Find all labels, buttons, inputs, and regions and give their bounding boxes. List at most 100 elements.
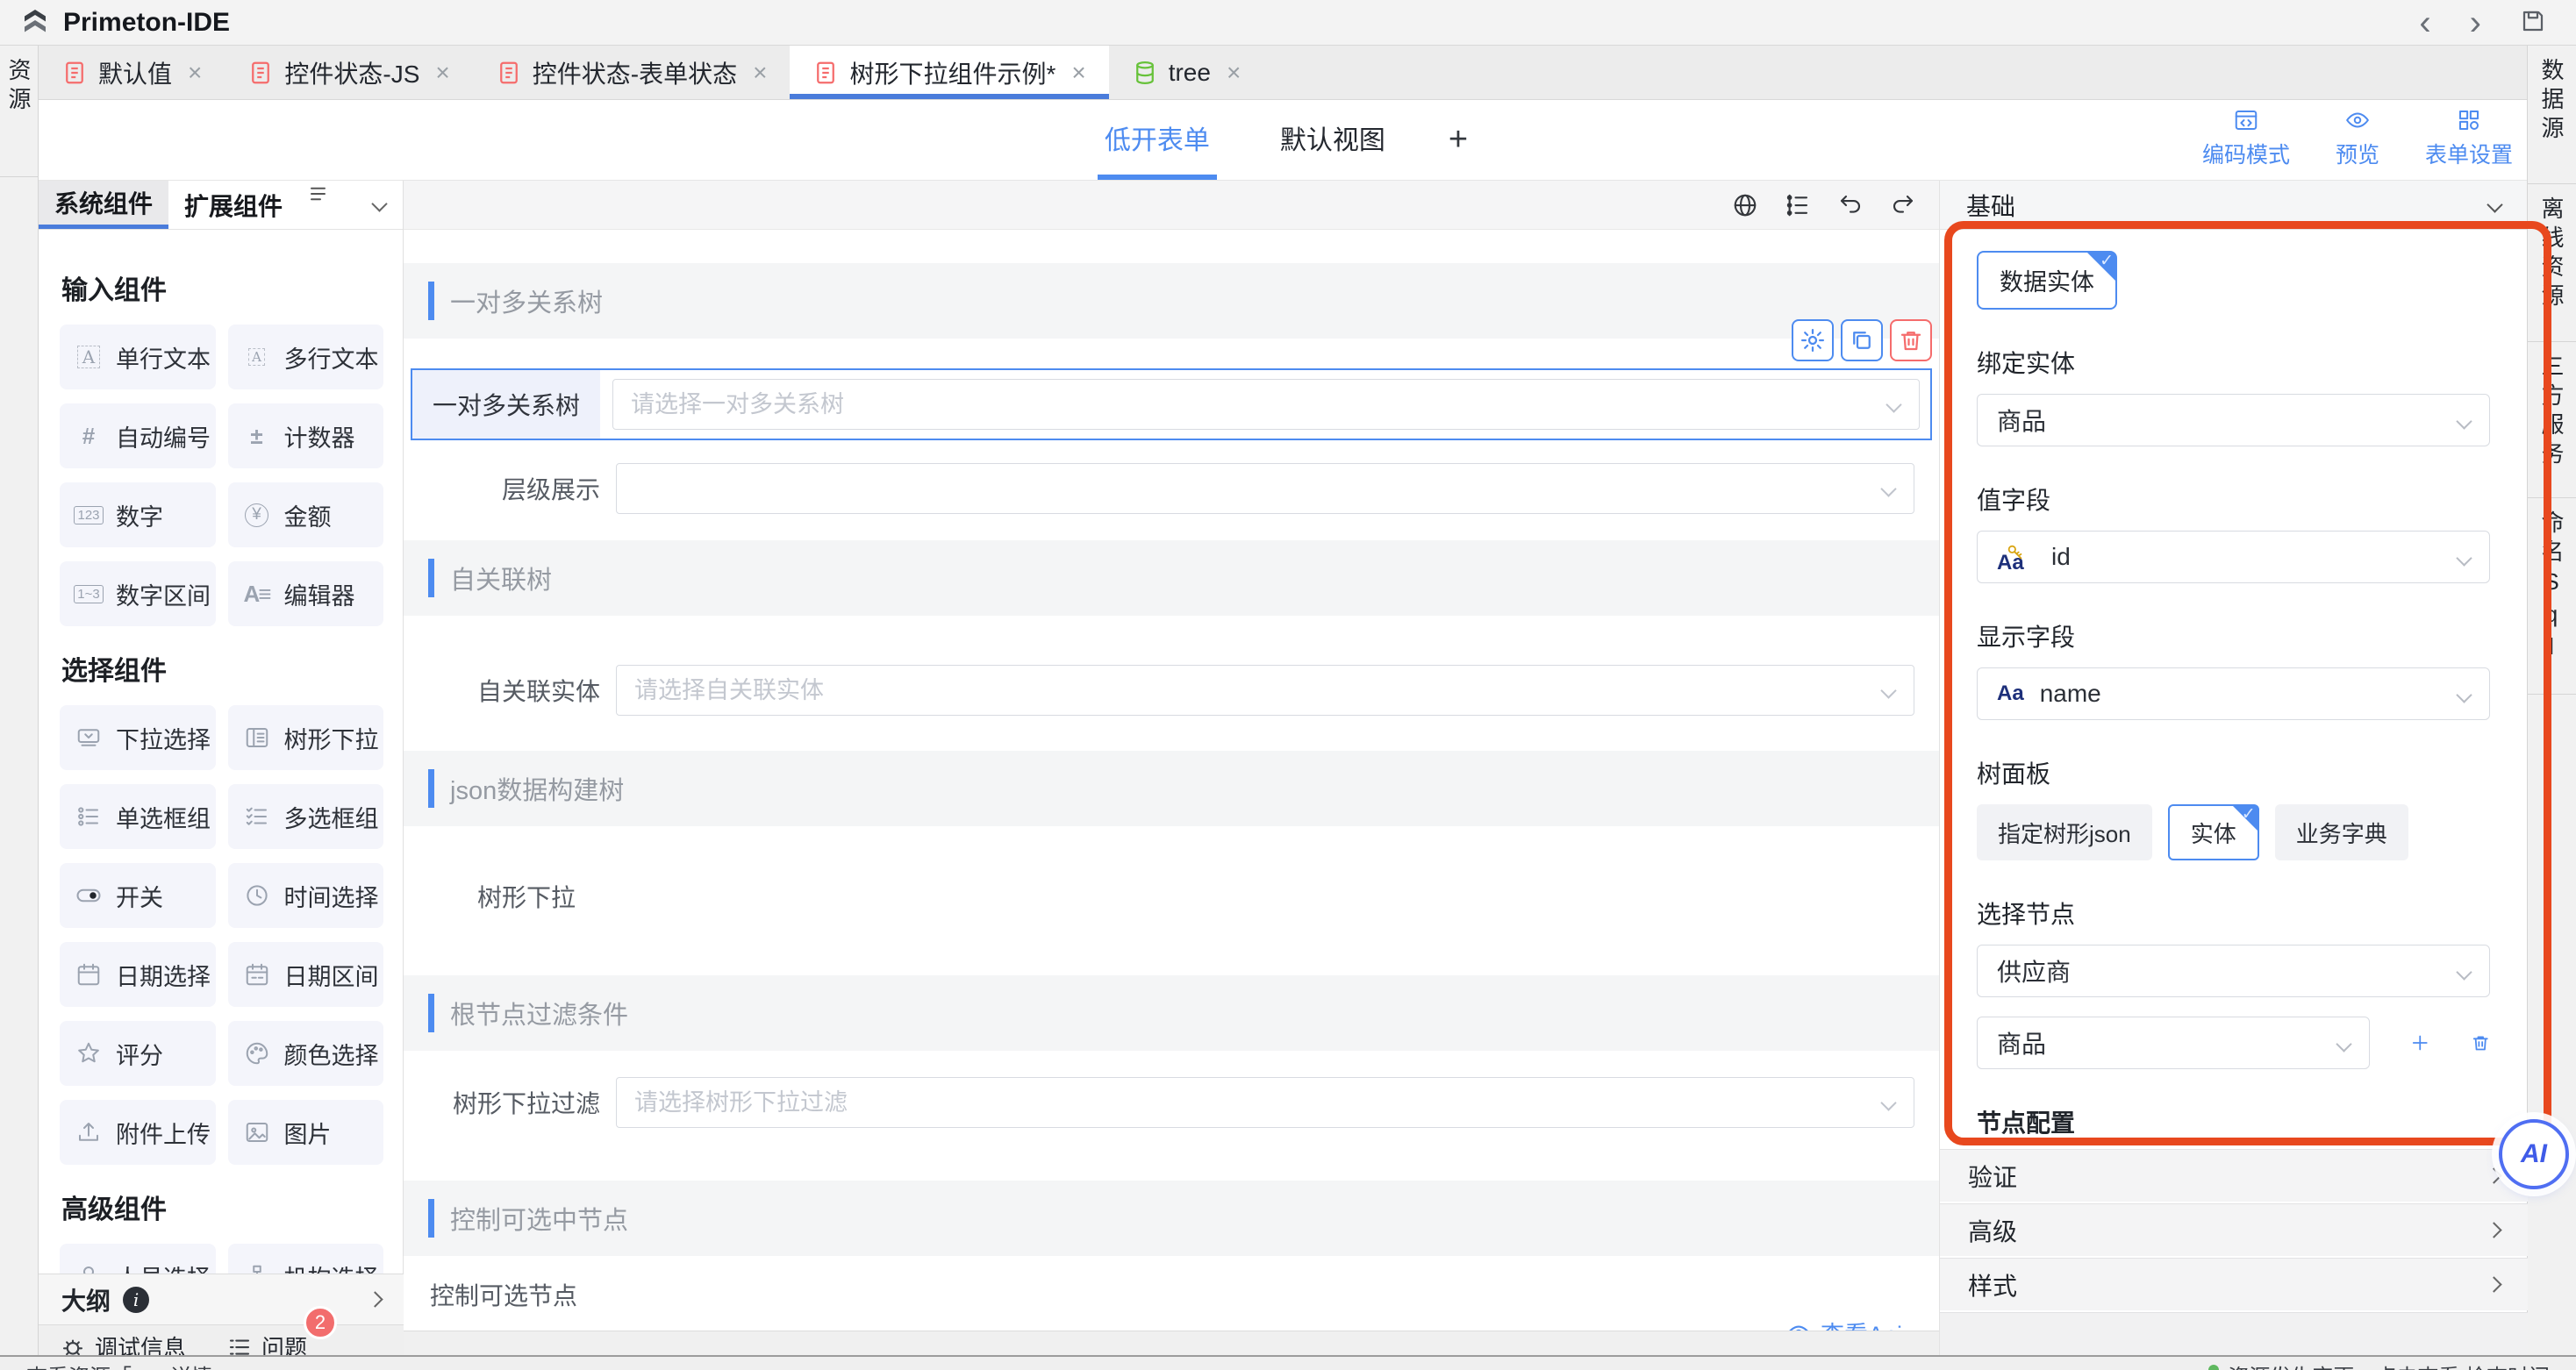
component-card[interactable]: 附件上传 [60,1100,216,1165]
outline-tree-icon[interactable] [1785,192,1811,218]
form-settings-button[interactable]: 表单设置 [2425,107,2513,169]
props-section-validation[interactable]: 验证 [1940,1149,2528,1202]
component-card[interactable]: 单选框组 [60,784,216,849]
nav-back-icon[interactable]: ‹ [2419,5,2430,40]
tab-system-components[interactable]: 系统组件 [39,181,168,229]
undo-icon[interactable] [1837,192,1864,218]
tree-filter-input[interactable] [617,1089,1914,1117]
doc-tab-active[interactable]: 树形下拉组件示例* × [790,46,1108,99]
component-card[interactable]: ¥金额 [228,482,384,547]
value-field-select[interactable]: Aa id [1977,531,2490,583]
collapse-panel-icon[interactable] [371,196,387,211]
selectable-node-label[interactable]: 控制可选节点 [430,1277,1939,1312]
ai-assistant-button[interactable]: AI [2499,1119,2569,1189]
component-card[interactable]: 开关 [60,863,216,928]
option-entity-selected[interactable]: 实体 ✓ [2168,804,2259,860]
self-relation-select[interactable] [616,665,1914,716]
field-copy-button[interactable] [1841,319,1883,361]
group-header[interactable]: 控制可选中节点 [404,1181,1939,1256]
validation-label: 验证 [1968,1159,2017,1194]
self-relation-input[interactable] [617,677,1914,704]
sidebar-item-named-sql[interactable]: 命名Sql [2528,498,2576,695]
component-card[interactable]: 评分 [60,1021,216,1086]
preview-button[interactable]: 预览 [2336,107,2379,169]
tree-filter-select[interactable] [616,1077,1914,1128]
doc-tab[interactable]: tree × [1109,46,1264,99]
nav-forward-icon[interactable]: › [2470,5,2481,40]
doc-tab[interactable]: 默认值 × [39,46,225,99]
tree-dropdown-label[interactable]: 树形下拉 [477,879,1939,914]
field-settings-button[interactable] [1792,319,1834,361]
component-card[interactable]: A单行文本 [60,325,216,389]
tab-default-view[interactable]: 默认视图 [1273,100,1392,180]
level-select[interactable] [616,463,1914,514]
component-card[interactable]: 图片 [228,1100,384,1165]
tree-relation-select[interactable] [612,379,1920,430]
hamburger-icon[interactable] [307,181,333,207]
level-input[interactable] [617,475,1914,503]
props-section-advanced[interactable]: 高级 [1940,1203,2528,1256]
delete-node-button[interactable] [2471,1027,2491,1059]
add-node-button[interactable] [2410,1027,2430,1059]
status-left-text[interactable]: 查看资源「...」详情 [26,1359,212,1370]
close-icon[interactable]: × [435,59,449,87]
doc-tab[interactable]: 控件状态-JS × [225,46,472,99]
select-node-commodity[interactable]: 商品 [1977,1017,2370,1069]
component-card[interactable]: 日期选择 [60,942,216,1007]
status-right-text[interactable]: 资源发生变更，点击查看 检查时间 [2228,1359,2550,1370]
bind-entity-select[interactable]: 商品 [1977,394,2490,446]
display-field-select[interactable]: Aa name [1977,667,2490,720]
component-card[interactable]: 时间选择 [228,863,384,928]
tab-extension-components[interactable]: 扩展组件 [168,181,298,229]
component-card[interactable]: A≡编辑器 [228,561,384,626]
sidebar-item-third-party-services[interactable]: 三方服务 [2528,342,2576,498]
sidebar-item-offline-resources[interactable]: 离线资源 [2528,184,2576,342]
component-card[interactable]: A多行文本 [228,325,384,389]
globe-icon[interactable] [1732,192,1758,218]
field-delete-button[interactable] [1890,319,1932,361]
save-icon[interactable] [2520,8,2546,39]
component-card[interactable]: #自动编号 [60,403,216,468]
group-header[interactable]: json数据构建树 [404,751,1939,826]
tab-lowcode-form[interactable]: 低开表单 [1098,100,1217,180]
close-icon[interactable]: × [1227,59,1241,87]
props-section-style[interactable]: 样式 [1940,1258,2528,1310]
editor-icon: A≡ [244,581,270,607]
field-row-level[interactable]: 层级展示 [428,463,1914,514]
close-icon[interactable]: × [753,59,767,87]
tree-relation-input[interactable] [613,391,1919,418]
component-card[interactable]: 下拉选择 [60,705,216,770]
component-card[interactable]: 123数字 [60,482,216,547]
group-header[interactable]: 自关联树 [404,540,1939,616]
field-label: 一对多关系树 [412,370,600,439]
sidebar-item-resources[interactable]: 资源 [0,46,38,177]
code-mode-button[interactable]: 编码模式 [2202,107,2290,169]
add-view-button[interactable]: + [1449,100,1468,180]
component-card[interactable]: 机构选择 [228,1244,384,1274]
group-header[interactable]: 根节点过滤条件 [404,975,1939,1051]
data-entity-tag[interactable]: 数据实体 ✓ [1977,251,2117,310]
component-card[interactable]: 日期区间 [228,942,384,1007]
component-card[interactable]: ±计数器 [228,403,384,468]
sidebar-item-datasource[interactable]: 数据源 [2528,46,2576,184]
select-node-supplier[interactable]: 供应商 [1977,945,2490,997]
group-header[interactable]: 一对多关系树 [404,263,1939,339]
outline-row[interactable]: 大纲 i [39,1274,404,1324]
selected-field-tree-relation[interactable]: 一对多关系树 [411,368,1932,440]
option-business-dict[interactable]: 业务字典 [2275,804,2408,860]
eye-icon [2344,107,2371,133]
view-api-link[interactable]: 查看Api [404,1316,1902,1331]
component-card[interactable]: 人员选择 [60,1244,216,1274]
field-row-self-relation[interactable]: 自关联实体 [428,665,1914,716]
component-card[interactable]: 树形下拉 [228,705,384,770]
redo-icon[interactable] [1890,192,1916,218]
component-card[interactable]: 多选框组 [228,784,384,849]
close-icon[interactable]: × [188,59,202,87]
close-icon[interactable]: × [1071,59,1085,87]
props-section-basic[interactable]: 基础 [1940,181,2527,230]
option-json-tree[interactable]: 指定树形json [1977,804,2152,860]
component-card[interactable]: 颜色选择 [228,1021,384,1086]
field-row-tree-filter[interactable]: 树形下拉过滤 [428,1077,1914,1128]
doc-tab[interactable]: 控件状态-表单状态 × [473,46,791,99]
component-card[interactable]: 1~3数字区间 [60,561,216,626]
